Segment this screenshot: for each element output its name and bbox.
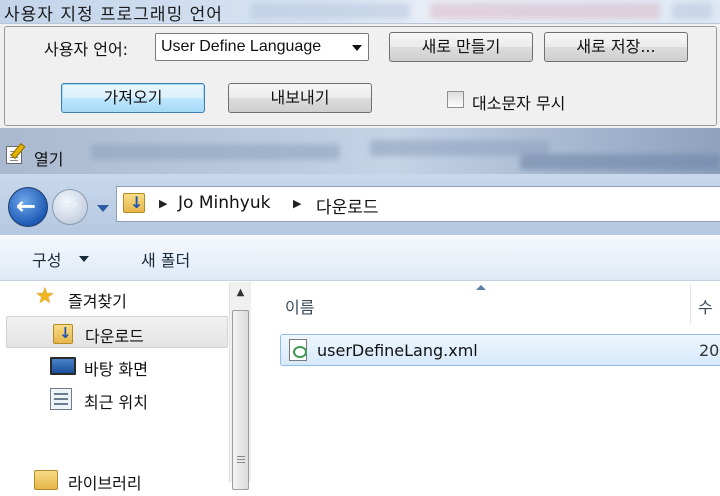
nav-item-label: 다운로드 — [85, 327, 144, 346]
organize-button[interactable]: 구성 — [32, 247, 61, 271]
breadcrumb-arrow-icon[interactable]: ▶ — [159, 197, 167, 210]
blurred-title-region — [672, 3, 712, 19]
scroll-up-arrow-icon[interactable]: ▲ — [230, 282, 251, 304]
sort-ascending-icon — [476, 285, 486, 290]
nav-item-label: 즐겨찾기 — [68, 292, 127, 311]
ignore-case-checkbox[interactable] — [447, 91, 464, 108]
open-file-dialog: 열기 ▶ Jo Minhyuk ▶ 다운로드 구성 새 폴더 ★ 즐겨찾기 다운… — [0, 128, 720, 493]
column-header-name[interactable]: 이름 — [285, 294, 314, 318]
save-as-button[interactable]: 새로 저장... — [544, 32, 688, 62]
udl-titlebar: 사용자 지정 프로그래밍 언어 — [0, 0, 720, 25]
downloads-folder-icon — [53, 324, 73, 344]
nav-item-libraries[interactable]: 라이브러리 — [0, 464, 228, 496]
file-row[interactable]: userDefineLang.xml 20 — [280, 334, 720, 366]
nav-item-downloads[interactable]: 다운로드 — [6, 316, 228, 348]
scroll-thumb[interactable] — [232, 310, 249, 490]
breadcrumb-arrow-icon[interactable]: ▶ — [293, 197, 301, 210]
nav-item-label: 최근 위치 — [84, 393, 148, 412]
new-language-button[interactable]: 새로 만들기 — [389, 32, 533, 62]
downloads-folder-icon — [123, 193, 145, 213]
column-divider[interactable] — [690, 284, 691, 324]
nav-item-desktop[interactable]: 바탕 화면 — [0, 350, 228, 382]
import-button[interactable]: 가져오기 — [61, 83, 205, 113]
breadcrumb-downloads[interactable]: 다운로드 — [316, 193, 379, 218]
nav-item-label: 바탕 화면 — [84, 360, 148, 379]
back-arrow-icon[interactable] — [8, 187, 48, 227]
new-folder-button[interactable]: 새 폴더 — [141, 247, 190, 271]
nav-item-favorites[interactable]: ★ 즐겨찾기 — [0, 282, 228, 314]
udl-dialog: 사용자 지정 프로그래밍 언어 사용자 언어: User Define Lang… — [0, 0, 720, 128]
user-language-label: 사용자 언어: — [44, 40, 129, 59]
blurred-title-region — [430, 3, 660, 19]
nav-item-recent-places[interactable]: 최근 위치 — [0, 383, 228, 415]
recent-places-icon — [50, 388, 72, 410]
command-toolbar: 구성 새 폴더 — [0, 234, 720, 281]
blurred-title-region — [520, 154, 720, 170]
nav-pane-scrollbar[interactable]: ▲ — [229, 282, 251, 490]
export-button[interactable]: 내보내기 — [228, 83, 372, 113]
forward-arrow-icon[interactable] — [52, 189, 88, 225]
user-language-value: User Define Language — [161, 38, 322, 55]
chevron-down-icon — [79, 256, 89, 262]
nav-item-label: 라이브러리 — [68, 474, 142, 493]
blurred-title-region — [90, 144, 340, 160]
file-list: 이름 수 userDefineLang.xml 20 — [258, 282, 720, 482]
file-modified-date: 20 — [699, 341, 720, 360]
library-icon — [34, 470, 58, 490]
grip-icon — [237, 456, 245, 457]
open-dialog-titlebar: 열기 — [0, 128, 720, 174]
notepad-icon — [6, 146, 22, 164]
desktop-icon — [50, 357, 76, 375]
file-name: userDefineLang.xml — [317, 341, 478, 360]
chevron-down-icon — [352, 45, 362, 51]
navigation-pane: ★ 즐겨찾기 다운로드 바탕 화면 최근 위치 라이브러리 ▲ — [0, 282, 252, 493]
ignore-case-label: 대소문자 무시 — [472, 94, 566, 113]
star-icon: ★ — [35, 284, 55, 309]
blurred-title-region — [250, 3, 410, 19]
open-dialog-title: 열기 — [34, 150, 64, 169]
column-header-modified[interactable]: 수 — [698, 294, 713, 318]
xml-file-icon — [289, 339, 307, 361]
history-dropdown-icon[interactable] — [97, 205, 109, 212]
user-language-select[interactable]: User Define Language — [155, 33, 369, 61]
breadcrumb-user[interactable]: Jo Minhyuk — [178, 193, 270, 213]
address-bar[interactable]: ▶ Jo Minhyuk ▶ 다운로드 — [116, 186, 720, 222]
udl-title: 사용자 지정 프로그래밍 언어 — [4, 5, 223, 25]
